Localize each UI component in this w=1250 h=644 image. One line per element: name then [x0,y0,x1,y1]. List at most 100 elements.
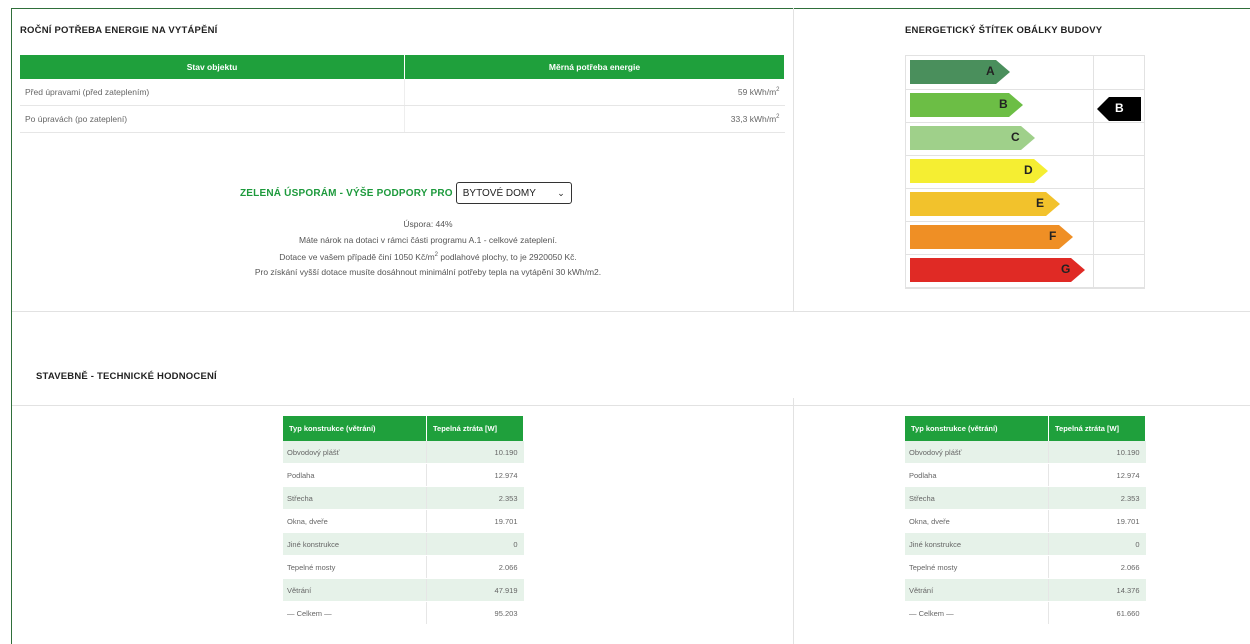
energy-class-letter: D [1024,163,1033,177]
construction-col-loss: Tepelná ztráta [W] [1048,416,1146,441]
construction-type: Jiné konstrukce [283,532,427,556]
energy-class-letter: E [1036,196,1045,210]
heat-loss-value: 12.974 [1048,463,1146,487]
divider-vertical-top [793,8,794,311]
construction-type: Tepelné mosty [283,555,427,579]
construction-type: Tepelné mosty [905,555,1049,579]
heat-loss-value: 19.701 [1048,509,1146,533]
construction-col-loss: Tepelná ztráta [W] [426,416,524,441]
technical-title: STAVEBNĚ - TECHNICKÉ HODNOCENÍ [36,371,217,382]
table-row: Okna, dveře 19.701 [905,509,1146,533]
table-row: Jiné konstrukce 0 [283,532,524,556]
heat-loss-value: 2.353 [426,486,524,510]
table-row: — Celkem —61.660 [905,601,1146,625]
heating-col-energy: Měrná potřeba energie [404,55,785,79]
table-row: Tepelné mosty 2.066 [283,555,524,579]
marker-arrow-icon [1097,97,1109,121]
table-row: Po úpravách (po zateplení) 33,3 kWh/m2 [20,105,785,133]
divider-horizontal [12,311,1250,312]
energy-class-row: C [906,122,1144,156]
heat-loss-value: 10.190 [1048,441,1146,464]
heat-loss-value: 14.376 [1048,578,1146,602]
construction-type: Okna, dveře [905,509,1049,533]
heat-loss-table-before: Typ konstrukce (větrání) Tepelná ztráta … [283,416,524,625]
heating-table: Stav objektu Měrná potřeba energie Před … [20,55,785,133]
support-label: ZELENÁ ÚSPORÁM - VÝŠE PODPORY PRO [240,187,453,199]
divider-vertical-bottom [793,398,794,644]
construction-type: — Celkem — [905,601,1049,625]
table-row: Obvodový plášť 10.190 [905,441,1146,464]
construction-type: Obvodový plášť [283,441,427,464]
heat-loss-value: 12.974 [426,463,524,487]
construction-type: Větrání [283,578,427,602]
heat-loss-value: 2.066 [426,555,524,579]
table-row: Obvodový plášť 10.190 [283,441,524,464]
heating-title: ROČNÍ POTŘEBA ENERGIE NA VYTÁPĚNÍ [20,25,218,36]
heat-loss-value: 2.066 [1048,555,1146,579]
marker-body [1109,97,1141,121]
energy-class-row: G [906,254,1144,288]
table-row: Tepelné mosty 2.066 [905,555,1146,579]
table-row: — Celkem —95.203 [283,601,524,625]
energy-label-title: ENERGETICKÝ ŠTÍTEK OBÁLKY BUDOVY [905,25,1103,36]
construction-col-type: Typ konstrukce (větrání) [283,416,427,441]
energy-class-row: A [906,56,1144,90]
energy-label-grid: A B C D E F G [905,55,1145,289]
building-type-value: BYTOVÉ DOMY [462,187,536,199]
support-row: ZELENÁ ÚSPORÁM - VÝŠE PODPORY PRO BYTOVÉ… [240,182,572,204]
support-notes: Úspora: 44% Máte nárok na dotaci v rámci… [150,217,706,281]
saving-text: Úspora: 44% [403,219,453,229]
current-class-marker: B [1097,97,1141,121]
energy-class-row: E [906,188,1144,222]
heat-loss-value: 10.190 [426,441,524,464]
heat-loss-value: 19.701 [426,509,524,533]
chevron-down-icon: ⌄ [557,187,565,198]
frame-top-border [11,8,1250,9]
heat-loss-value: 2.353 [1048,486,1146,510]
table-row: Jiné konstrukce 0 [905,532,1146,556]
current-class-letter: B [1115,101,1124,115]
heating-row-label: Po úpravách (po zateplení) [20,105,405,133]
construction-type: — Celkem — [283,601,427,625]
energy-class-letter: B [999,97,1008,111]
table-row: Před úpravami (před zateplením) 59 kWh/m… [20,79,785,106]
heat-loss-value: 0 [1048,532,1146,556]
energy-class-letter: G [1061,262,1071,276]
heat-loss-table-after: Typ konstrukce (větrání) Tepelná ztráta … [905,416,1146,625]
heat-loss-value: 95.203 [426,601,524,625]
construction-type: Obvodový plášť [905,441,1049,464]
energy-class-letter: C [1011,130,1020,144]
eligibility-text: Máte nárok na dotaci v rámci části progr… [299,234,557,245]
heating-row-value: 59 kWh/m2 [404,79,785,106]
table-row: Větrání 47.919 [283,578,524,602]
heat-loss-value: 47.919 [426,578,524,602]
heat-loss-value: 61.660 [1048,601,1146,625]
divider-horizontal-lower [12,405,1250,406]
construction-type: Jiné konstrukce [905,532,1049,556]
building-type-select[interactable]: BYTOVÉ DOMY ⌄ [455,182,572,204]
construction-col-type: Typ konstrukce (větrání) [905,416,1049,441]
heating-row-label: Před úpravami (před zateplením) [20,79,405,106]
table-row: Střecha 2.353 [283,486,524,510]
heat-loss-value: 0 [426,532,524,556]
subsidy-text: Dotace ve vašem případě činí 1050 Kč/m2 … [279,251,577,262]
energy-class-row: F [906,221,1144,255]
construction-type: Okna, dveře [283,509,427,533]
table-row: Okna, dveře 19.701 [283,509,524,533]
heating-row-value: 33,3 kWh/m2 [404,105,785,133]
energy-class-letter: F [1049,229,1057,243]
construction-type: Střecha [905,486,1049,510]
construction-type: Větrání [905,578,1049,602]
table-row: Podlaha 12.974 [283,463,524,487]
higher-subsidy-text: Pro získání vyšší dotace musíte dosáhnou… [254,267,602,278]
table-row: Podlaha 12.974 [905,463,1146,487]
table-row: Větrání 14.376 [905,578,1146,602]
heating-col-state: Stav objektu [20,55,405,79]
energy-class-letter: A [986,64,995,78]
frame-left-border [11,8,12,644]
energy-class-row: D [906,155,1144,189]
construction-type: Podlaha [283,463,427,487]
construction-type: Střecha [283,486,427,510]
construction-type: Podlaha [905,463,1049,487]
table-row: Střecha 2.353 [905,486,1146,510]
